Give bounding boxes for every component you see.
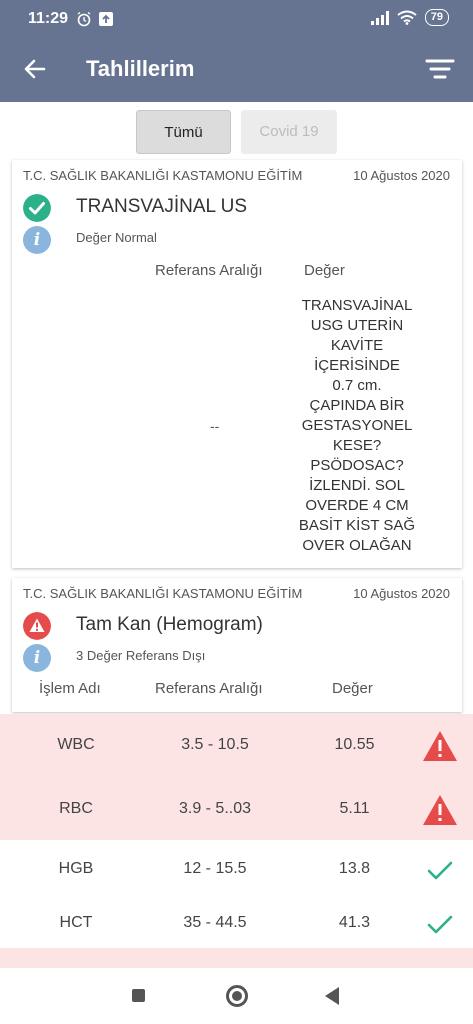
tab-all[interactable]: Tümü: [136, 110, 231, 154]
back-nav-icon[interactable]: [325, 987, 339, 1005]
row-reference: 35 - 44.5: [183, 914, 247, 931]
column-header-value: Değer: [332, 680, 373, 697]
reference-range: --: [210, 418, 220, 434]
result-card-hemogram[interactable]: T.C. SAĞLIK BAKANLIĞI KASTAMONU EĞİTİM 1…: [12, 578, 462, 712]
result-value: TRANSVAJİNAL USG UTERİN KAVİTE İÇERİSİND…: [298, 297, 416, 554]
info-text: 3 Değer Referans Dışı: [76, 648, 206, 663]
alarm-icon: [77, 11, 91, 27]
app-bar: Tahlillerim: [0, 36, 473, 102]
column-header-value: Değer: [304, 262, 345, 279]
back-arrow-icon[interactable]: [22, 56, 48, 82]
status-icons: 79: [370, 9, 449, 26]
row-name: RBC: [59, 800, 93, 817]
upload-icon: [99, 12, 113, 26]
institution-name: T.C. SAĞLIK BAKANLIĞI KASTAMONU EĞİTİM: [23, 586, 303, 601]
table-row: [0, 948, 473, 968]
row-value: 10.55: [334, 736, 375, 753]
row-value: 13.8: [338, 860, 371, 877]
row-reference: 12 - 15.5: [183, 860, 247, 877]
wifi-icon: [397, 10, 417, 25]
result-date: 10 Ağustos 2020: [353, 586, 450, 601]
filter-icon[interactable]: [425, 56, 455, 82]
page-title: Tahlillerim: [86, 56, 195, 81]
row-name: WBC: [57, 736, 95, 753]
info-icon: i: [23, 644, 51, 672]
check-icon: [427, 915, 453, 934]
warning-circle-icon: [23, 612, 51, 640]
clock: 11:29: [28, 10, 69, 27]
table-row: WBC 3.5 - 10.5 10.55: [0, 714, 473, 778]
column-header-name: İşlem Adı: [39, 680, 101, 697]
table-row: HCT 35 - 44.5 41.3: [0, 894, 473, 948]
warning-icon: [423, 731, 457, 761]
system-nav-bar: [0, 968, 473, 1024]
check-icon: [427, 861, 453, 880]
tab-covid-19[interactable]: Covid 19: [241, 110, 337, 154]
recents-icon[interactable]: [132, 989, 145, 1002]
row-value: 41.3: [338, 914, 371, 931]
row-reference: 3.5 - 10.5: [181, 736, 249, 753]
column-header-reference: Referans Aralığı: [155, 680, 263, 697]
table-row: RBC 3.9 - 5..03 5.11: [0, 778, 473, 840]
test-name: Tam Kan (Hemogram): [76, 614, 263, 635]
row-value: 5.11: [339, 800, 370, 817]
info-icon: i: [23, 226, 51, 254]
row-name: HCT: [59, 914, 93, 931]
warning-icon: [423, 795, 457, 825]
column-header-reference: Referans Aralığı: [155, 262, 263, 279]
result-card-transvajinal[interactable]: T.C. SAĞLIK BAKANLIĞI KASTAMONU EĞİTİM 1…: [12, 160, 462, 568]
info-text: Değer Normal: [76, 230, 157, 245]
status-bar: 11:29 79: [0, 0, 473, 36]
filter-tabs: Tümü Covid 19: [0, 110, 473, 154]
test-name: TRANSVAJİNAL US: [76, 196, 248, 217]
row-name: HGB: [58, 860, 94, 877]
home-icon[interactable]: [226, 985, 248, 1007]
check-circle-icon: [23, 194, 51, 222]
table-row: HGB 12 - 15.5 13.8: [0, 840, 473, 894]
institution-name: T.C. SAĞLIK BAKANLIĞI KASTAMONU EĞİTİM: [23, 168, 303, 183]
battery-indicator: 79: [424, 9, 449, 26]
signal-icon: [370, 10, 389, 25]
result-date: 10 Ağustos 2020: [353, 168, 450, 183]
row-reference: 3.9 - 5..03: [178, 800, 252, 817]
